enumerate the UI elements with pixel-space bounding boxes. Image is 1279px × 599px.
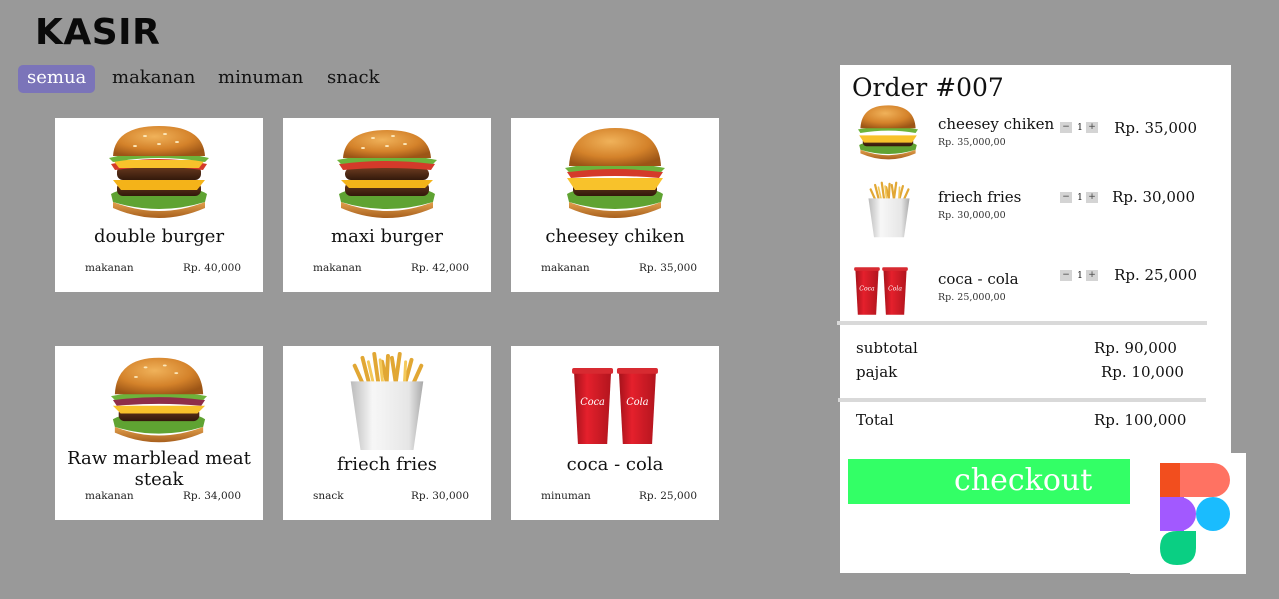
divider [837, 321, 1207, 325]
subtotal-value: Rp. 90,000 [1094, 339, 1177, 357]
product-name: double burger [93, 226, 225, 247]
total-value: Rp. 100,000 [1094, 411, 1187, 429]
product-category: makanan [313, 262, 362, 274]
product-card-double-burger[interactable]: double burger makanan Rp. 40,000 [55, 118, 263, 292]
figma-logo-icon [1130, 453, 1246, 574]
increase-quantity-button[interactable]: + [1086, 122, 1098, 133]
order-item-unit-price: Rp. 30,000,00 [938, 210, 1006, 221]
order-item-total: Rp. 35,000 [1114, 119, 1197, 137]
product-category: minuman [541, 490, 591, 502]
quantity-value: 1 [1077, 123, 1083, 133]
order-item-name: friech fries [938, 188, 1022, 206]
tab-minuman[interactable]: minuman [218, 65, 303, 93]
increase-quantity-button[interactable]: + [1086, 270, 1098, 281]
product-name: coca - cola [566, 454, 664, 475]
product-price: Rp. 25,000 [638, 490, 697, 502]
order-item-total: Rp. 25,000 [1114, 266, 1197, 284]
product-price: Rp. 40,000 [182, 262, 241, 274]
app-title: KASIR [35, 12, 161, 53]
product-name: Raw marblead meat steak [67, 448, 251, 490]
product-card-coca-cola[interactable]: coca - cola minuman Rp. 25,000 [511, 346, 719, 520]
product-category: snack [313, 490, 344, 502]
product-price: Rp. 42,000 [410, 262, 469, 274]
order-item-unit-price: Rp. 25,000,00 [938, 292, 1006, 303]
checkout-label: checkout [954, 463, 1093, 498]
product-price: Rp. 35,000 [638, 262, 697, 274]
product-name: cheesey chiken [545, 226, 685, 247]
product-category: makanan [85, 490, 134, 502]
cheeseburger-image [511, 124, 719, 228]
tab-semua[interactable]: semua [18, 65, 96, 93]
subtotal-label: subtotal [856, 339, 918, 357]
product-category: makanan [85, 262, 134, 274]
tax-label: pajak [856, 363, 898, 381]
product-name: maxi burger [331, 226, 443, 247]
order-item-name: cheesey chiken [938, 115, 1055, 133]
order-item-unit-price: Rp. 35,000,00 [938, 137, 1006, 148]
order-item-total: Rp. 30,000 [1112, 188, 1195, 206]
maxi-burger-image [283, 124, 491, 228]
product-card-cheesey-chiken[interactable]: cheesey chiken makanan Rp. 35,000 [511, 118, 719, 292]
cheeseburger-thumbnail [852, 103, 924, 167]
tab-makanan[interactable]: makanan [112, 65, 195, 93]
order-title: Order #007 [852, 73, 1004, 102]
quantity-value: 1 [1077, 193, 1083, 203]
tax-value: Rp. 10,000 [1101, 363, 1184, 381]
order-item-name: coca - cola [938, 270, 1019, 288]
quantity-value: 1 [1077, 271, 1083, 281]
product-name: friech fries [337, 454, 437, 475]
total-label: Total [856, 411, 894, 429]
order-item: friech fries Rp. 30,000,00 − 1 + Rp. 30,… [840, 180, 1231, 250]
product-card-friech-fries[interactable]: friech fries snack Rp. 30,000 [283, 346, 491, 520]
product-card-maxi-burger[interactable]: maxi burger makanan Rp. 42,000 [283, 118, 491, 292]
decrease-quantity-button[interactable]: − [1060, 270, 1072, 281]
cola-cups-thumbnail [852, 266, 910, 320]
checkout-button[interactable]: checkout [848, 459, 1131, 504]
divider [838, 398, 1206, 402]
increase-quantity-button[interactable]: + [1086, 192, 1098, 203]
fries-image [283, 352, 491, 456]
product-category: makanan [541, 262, 590, 274]
product-price: Rp. 30,000 [410, 490, 469, 502]
double-burger-image [55, 124, 263, 228]
decrease-quantity-button[interactable]: − [1060, 122, 1072, 133]
order-item: coca - cola Rp. 25,000,00 − 1 + Rp. 25,0… [840, 260, 1231, 330]
tab-snack[interactable]: snack [327, 65, 380, 93]
order-item: cheesey chiken Rp. 35,000,00 − 1 + Rp. 3… [840, 103, 1231, 173]
product-price: Rp. 34,000 [182, 490, 241, 502]
decrease-quantity-button[interactable]: − [1060, 192, 1072, 203]
steak-burger-image [55, 352, 263, 456]
product-card-raw-marblead-meat-steak[interactable]: Raw marblead meat steak makanan Rp. 34,0… [55, 346, 263, 520]
fries-thumbnail [864, 180, 914, 244]
